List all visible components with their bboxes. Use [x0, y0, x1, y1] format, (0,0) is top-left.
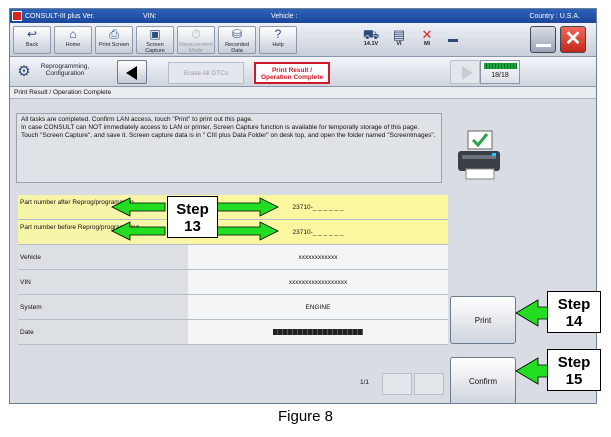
- battery-status: ⛟ 14.1V: [358, 28, 384, 48]
- plug-icon: ▬: [448, 34, 458, 45]
- measurement-mode-button[interactable]: ⏱ Measurement Mode: [177, 26, 215, 54]
- country-label: Country : U.S.A.: [529, 12, 580, 20]
- row-value: ENGINE: [188, 295, 448, 319]
- table-row: Date: [18, 320, 448, 345]
- result-table: Part number after Reprog/programming 237…: [18, 195, 448, 345]
- recorded-data-label: Recorded Data: [225, 42, 249, 54]
- row-label: VIN: [18, 270, 188, 294]
- step15-label: Step 15: [547, 349, 601, 391]
- row-value: 23710-_ _ _ _ _ _: [188, 195, 448, 219]
- wrench-icon: ⚙: [17, 63, 31, 80]
- step14-text: Step 14: [557, 296, 591, 330]
- home-icon: ⌂: [69, 27, 77, 41]
- printer-check-icon: [458, 130, 500, 180]
- row-value: [188, 320, 448, 344]
- car-battery-icon: ⛟: [362, 27, 380, 42]
- camera-icon: ▣: [149, 27, 161, 41]
- recorded-data-button[interactable]: ⛁ Recorded Data: [218, 26, 256, 54]
- back-button-label: Back: [25, 42, 39, 48]
- row-value: 23710-_ _ _ _ _ _: [188, 220, 448, 244]
- close-button[interactable]: ✕: [560, 26, 586, 53]
- print-screen-label: Print Screen: [98, 42, 130, 48]
- consult-window: CONSULT-III plus Ver. VIN: Vehicle : Cou…: [9, 8, 597, 404]
- help-button[interactable]: ? Help: [259, 26, 297, 54]
- progress-bar: [484, 63, 517, 69]
- confirm-button[interactable]: Confirm: [450, 357, 516, 403]
- page-number: 18/18: [491, 72, 509, 79]
- table-row: Part number after Reprog/programming 237…: [18, 195, 448, 220]
- minimize-icon: [536, 44, 551, 47]
- vi-status: ▤ VI: [386, 28, 412, 48]
- print-screen-button[interactable]: ⎙ Print Screen: [95, 26, 133, 54]
- left-triangle-icon: [126, 66, 137, 80]
- row-label: Part number after Reprog/programming: [18, 195, 188, 219]
- connection-status: ▬: [440, 33, 466, 46]
- row-label: Vehicle: [18, 245, 188, 269]
- back-button[interactable]: ↩ Back: [13, 26, 51, 54]
- table-row: Part number before Reprog/programming 23…: [18, 220, 448, 245]
- app-name: CONSULT-III plus Ver.: [25, 12, 95, 20]
- step13-label: Step 13: [167, 196, 218, 238]
- app-logo-icon: [12, 11, 22, 21]
- right-triangle-icon: [462, 66, 473, 80]
- step13-text: Step 13: [176, 201, 209, 235]
- page-indicator: 18/18: [480, 60, 520, 84]
- home-button-label: Home: [65, 42, 81, 48]
- table-row: Vehicle xxxxxxxxxxxx: [18, 245, 448, 270]
- navigation-bar: ⚙ Reprogramming, Configuration Erase All…: [10, 57, 596, 87]
- row-label: System: [18, 295, 188, 319]
- row-value: xxxxxxxxxxxxxxxxxx: [188, 270, 448, 294]
- measurement-mode-label: Measurement Mode: [179, 42, 213, 54]
- back-arrow-icon: ↩: [26, 27, 38, 41]
- table-row: System ENGINE: [18, 295, 448, 320]
- toolbar: ↩ Back ⌂ Home ⎙ Print Screen ▣ Screen Ca…: [10, 23, 596, 57]
- section-title: Print Result / Operation Complete: [10, 87, 596, 99]
- message-text: All tasks are completed. Confirm LAN acc…: [21, 116, 436, 139]
- step15-text: Step 15: [557, 354, 591, 388]
- page-count: 1/1: [360, 379, 370, 386]
- help-button-label: Help: [272, 42, 284, 48]
- row-label: Date: [18, 320, 188, 344]
- vin-label: VIN:: [143, 12, 157, 20]
- vi-label: VI: [396, 41, 402, 47]
- close-icon: ✕: [564, 28, 582, 50]
- home-button[interactable]: ⌂ Home: [54, 26, 92, 54]
- redacted-date: [273, 329, 363, 336]
- tab-erase-all-dtcs[interactable]: Erase All DTCs: [168, 62, 244, 84]
- main-content: All tasks are completed. Confirm LAN acc…: [10, 99, 448, 403]
- step14-label: Step 14: [547, 291, 601, 333]
- vehicle-label: Vehicle :: [271, 12, 298, 20]
- nav-back-button[interactable]: [117, 60, 147, 84]
- measurement-icon: ⏱: [191, 27, 201, 41]
- printer-icon: ⎙: [109, 27, 119, 41]
- vi-icon: ▤: [392, 27, 406, 42]
- print-button[interactable]: Print: [450, 296, 516, 344]
- recorded-data-icon: ⛁: [231, 27, 243, 41]
- table-row: VIN xxxxxxxxxxxxxxxxxx: [18, 270, 448, 295]
- mi-status: ✕ MI: [414, 28, 440, 48]
- mi-icon: ✕: [421, 27, 433, 42]
- battery-voltage: 14.1V: [363, 41, 379, 47]
- page-up-button[interactable]: [382, 373, 412, 395]
- row-label: Part number before Reprog/programming: [18, 220, 188, 244]
- help-icon: ?: [274, 27, 282, 41]
- page-down-button[interactable]: [414, 373, 444, 395]
- mi-label: MI: [423, 41, 431, 47]
- figure-caption: Figure 8: [277, 408, 334, 425]
- minimize-button[interactable]: [530, 26, 556, 53]
- nav-forward-button[interactable]: [450, 60, 480, 84]
- screen-capture-label: Screen Capture: [145, 42, 165, 54]
- breadcrumb: Reprogramming, Configuration: [40, 63, 90, 77]
- screen-capture-button[interactable]: ▣ Screen Capture: [136, 26, 174, 54]
- row-value: xxxxxxxxxxxx: [188, 245, 448, 269]
- tab-print-result[interactable]: Print Result / Operation Complete: [254, 62, 330, 84]
- message-box: All tasks are completed. Confirm LAN acc…: [16, 113, 442, 183]
- title-bar: CONSULT-III plus Ver. VIN: Vehicle : Cou…: [10, 9, 596, 23]
